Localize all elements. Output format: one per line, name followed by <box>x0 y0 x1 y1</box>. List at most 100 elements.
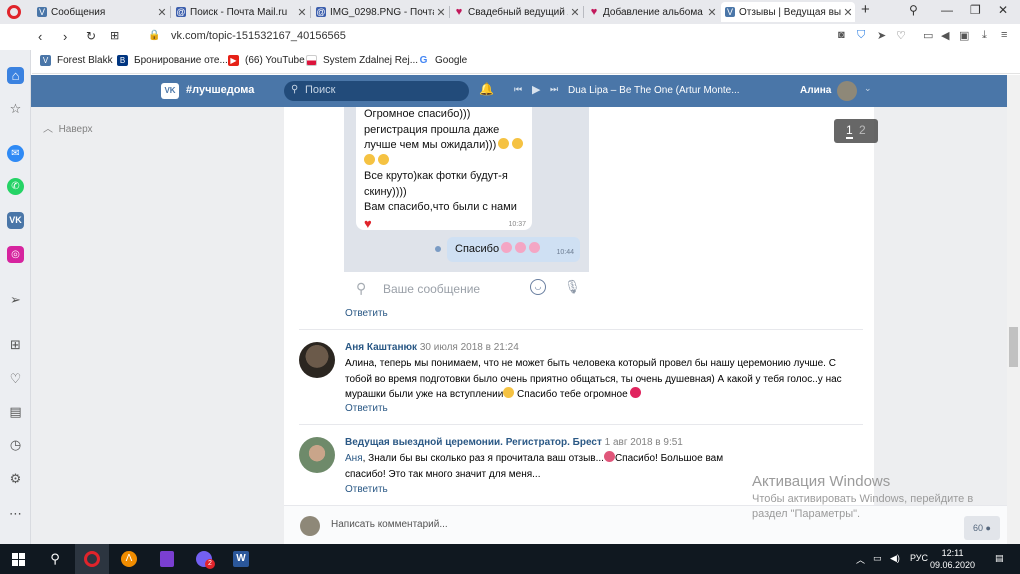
mail-icon: @ <box>176 7 186 17</box>
notifications-icon[interactable]: ▤ <box>995 553 1004 564</box>
send-icon[interactable]: ➢ <box>7 291 24 308</box>
download-icon[interactable]: ⤓ <box>982 29 987 42</box>
history-icon[interactable]: ◷ <box>7 436 24 453</box>
scrollbar[interactable] <box>1007 75 1020 544</box>
tab-mail-image[interactable]: @ IMG_0298.PNG - Почта ✕ <box>312 2 448 22</box>
bookmark-youtube[interactable]: ▶ (66) YouTube <box>228 55 305 66</box>
extension-icon[interactable]: ▭ <box>923 29 933 42</box>
taskbar-app[interactable] <box>150 544 184 574</box>
now-playing-track[interactable]: Dua Lipa – Be The One (Artur Monte... <box>568 85 740 96</box>
language-indicator[interactable]: РУС <box>910 553 928 563</box>
close-icon[interactable]: ✕ <box>155 6 169 19</box>
share-icon[interactable]: ➤ <box>877 29 886 42</box>
play-icon[interactable]: ▶ <box>532 83 540 96</box>
bookmark-google[interactable]: G Google <box>418 55 468 66</box>
bookmarks-bar: V Forest Blakk B Бронирование оте... ▶ (… <box>32 50 1020 74</box>
close-icon[interactable]: ✕ <box>705 6 719 19</box>
tab-add-album[interactable]: ♥ Добавление альбома ✕ <box>585 2 719 22</box>
network-icon[interactable]: ▭ <box>873 553 882 564</box>
vk-icon: V <box>40 55 51 66</box>
apps-icon[interactable]: ⊞ <box>7 336 24 353</box>
tab-reviews[interactable]: V Отзывы | Ведущая выез ✕ <box>721 2 855 22</box>
comment-author[interactable]: Аня Каштанюк 30 июля 2018 в 21:24 <box>345 342 519 353</box>
flag-icon <box>306 55 317 66</box>
browser-tab-bar: V Сообщения ✕ @ Поиск - Почта Mail.ru ✕ … <box>0 0 1020 24</box>
avatar[interactable] <box>837 81 857 101</box>
messenger-icon[interactable]: ✉ <box>7 145 24 162</box>
viber-icon: 2 <box>196 551 215 569</box>
taskbar-opera[interactable] <box>75 544 109 574</box>
scrollbar-thumb[interactable] <box>1009 327 1018 367</box>
reply-link[interactable]: Ответить <box>345 484 388 495</box>
close-icon[interactable]: ✕ <box>434 6 448 19</box>
vk-hashtag[interactable]: #лучшедома <box>186 84 254 96</box>
close-icon[interactable]: ✕ <box>295 6 309 19</box>
user-name[interactable]: Алина <box>800 85 831 96</box>
previous-track-icon[interactable]: ⏮ <box>514 84 522 95</box>
avatar[interactable] <box>299 437 335 473</box>
more-icon[interactable]: ⋯ <box>7 505 24 522</box>
taskbar-avast[interactable]: Λ <box>112 544 146 574</box>
avatar[interactable] <box>299 342 335 378</box>
new-tab-button[interactable]: + <box>861 1 870 18</box>
close-icon[interactable]: ✕ <box>841 6 855 19</box>
photo-pager[interactable]: 1 2 <box>834 119 878 143</box>
minimize-icon[interactable]: — <box>941 3 953 17</box>
news-icon[interactable]: ▤ <box>7 403 24 420</box>
reply-link[interactable]: Ответить <box>345 403 388 414</box>
bell-icon[interactable]: 🔔 <box>479 82 494 96</box>
heart-bookmark-icon[interactable]: ♡ <box>896 29 906 42</box>
flower-emoji-icon <box>603 451 615 462</box>
home-icon[interactable]: ⌂ <box>7 67 24 84</box>
url-field[interactable]: vk.com/topic-151532167_40156565 <box>171 30 346 42</box>
booking-icon: B <box>117 55 128 66</box>
whatsapp-icon[interactable]: ✆ <box>7 178 24 195</box>
tab-messages[interactable]: V Сообщения ✕ <box>33 2 169 22</box>
search-tabs-icon[interactable]: ⚲ <box>909 3 918 17</box>
vk-search-input[interactable]: ⚲ Поиск <box>284 81 469 101</box>
comment-author[interactable]: Ведущая выездной церемонии. Регистратор.… <box>345 437 683 448</box>
comment-input[interactable]: Написать комментарий... <box>331 519 448 530</box>
opera-logo-icon[interactable] <box>7 5 21 19</box>
search-icon[interactable]: ⚲ <box>40 544 70 574</box>
menu-icon[interactable]: ≡ <box>1001 29 1007 41</box>
vk-logo-icon[interactable]: VK <box>161 83 179 99</box>
close-icon[interactable]: ✕ <box>568 6 582 19</box>
divider <box>299 424 863 425</box>
taskbar-viber[interactable]: 2 <box>187 544 221 574</box>
unread-dot <box>435 246 441 252</box>
settings-icon[interactable]: ⚙ <box>7 470 24 487</box>
bookmark-system-zdalnej[interactable]: System Zdalnej Rej... <box>306 55 418 66</box>
speaker-icon[interactable]: ◀ <box>941 29 949 42</box>
maximize-icon[interactable]: ❐ <box>970 3 981 17</box>
system-clock[interactable]: 12:11 09.06.2020 <box>930 547 975 571</box>
lock-icon[interactable]: 🔒 <box>148 30 160 41</box>
mention-link[interactable]: Аня <box>345 453 363 464</box>
back-icon[interactable]: ‹ <box>38 29 42 44</box>
volume-icon[interactable]: ◀) <box>890 553 900 564</box>
speed-dial-icon[interactable]: ⊞ <box>110 29 119 42</box>
start-button[interactable] <box>0 544 36 574</box>
mail-icon: @ <box>316 7 326 17</box>
heart-icon: ♥ <box>590 6 598 18</box>
star-icon[interactable]: ☆ <box>7 100 24 117</box>
chevron-down-icon[interactable]: ⌄ <box>864 83 872 94</box>
forward-icon[interactable]: › <box>63 29 67 44</box>
tab-wedding-host[interactable]: ♥ Свадебный ведущий А ✕ <box>450 2 582 22</box>
instagram-icon[interactable]: ◎ <box>7 246 24 263</box>
back-to-top-link[interactable]: ︿ Наверх <box>43 120 93 135</box>
window-close-icon[interactable]: ✕ <box>998 3 1008 17</box>
bookmark-forest-blakk[interactable]: V Forest Blakk <box>40 55 113 66</box>
bookmark-booking[interactable]: B Бронирование оте... <box>117 55 228 66</box>
heart-icon[interactable]: ♡ <box>7 370 24 387</box>
vk-icon[interactable]: VK <box>7 212 24 229</box>
tab-mail-search[interactable]: @ Поиск - Почта Mail.ru ✕ <box>172 2 309 22</box>
reply-link[interactable]: Ответить <box>345 308 388 319</box>
extension-icon[interactable]: ▣ <box>959 29 969 42</box>
taskbar-word[interactable]: W <box>224 544 258 574</box>
camera-icon[interactable]: ◙ <box>838 29 845 41</box>
next-track-icon[interactable]: ⏭ <box>550 84 558 95</box>
chevron-up-icon[interactable]: ︿ <box>856 553 865 566</box>
reload-icon[interactable]: ↻ <box>86 29 96 43</box>
vpn-shield-icon[interactable]: ⛉ <box>857 29 865 42</box>
